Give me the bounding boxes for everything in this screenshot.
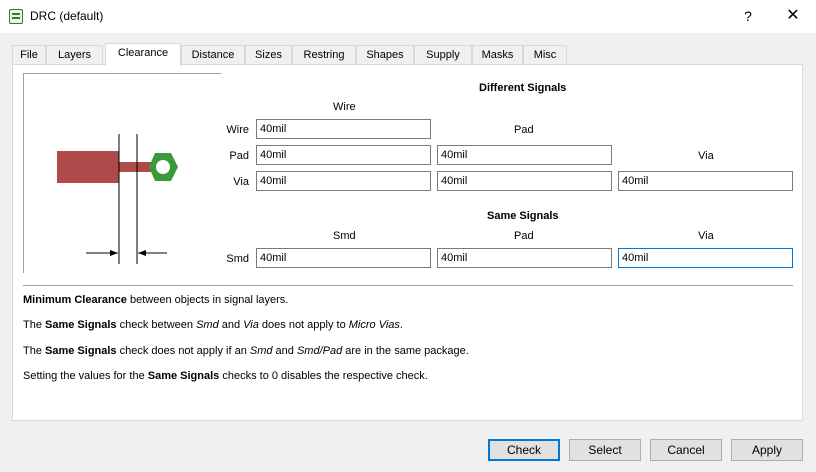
arrow-left-head (110, 250, 118, 256)
note-minimum-clearance: Minimum Clearance between objects in sig… (23, 294, 288, 306)
note-text: are in the same package. (342, 345, 469, 357)
window-title: DRC (default) (30, 9, 104, 23)
note-text: The (23, 345, 46, 357)
wire-wire-input[interactable]: 40mil (256, 119, 431, 139)
apply-button[interactable]: Apply (731, 439, 803, 461)
via-pad-input[interactable]: 40mil (437, 171, 612, 191)
col-header-pad: Pad (514, 124, 534, 136)
note-term: Via (243, 319, 259, 331)
close-button[interactable]: ✕ (781, 5, 805, 27)
smd-pad-input[interactable]: 40mil (437, 248, 612, 268)
note-emphasis: Same Signals (147, 370, 220, 382)
smd-via-input[interactable]: 40mil (618, 248, 793, 268)
tab-shapes[interactable]: Shapes (356, 45, 414, 65)
note-emphasis: Same Signals (45, 319, 117, 331)
tab-supply[interactable]: Supply (414, 45, 472, 65)
note-emphasis: Minimum Clearance (23, 294, 127, 306)
wire-segment (57, 151, 119, 183)
pad-pad-input[interactable]: 40mil (437, 145, 612, 165)
row-label-pad: Pad (229, 150, 249, 162)
tab-restring[interactable]: Restring (292, 45, 356, 65)
col-header-wire: Wire (333, 101, 356, 113)
tab-file[interactable]: File (12, 45, 46, 65)
col-header-same-pad: Pad (514, 230, 534, 242)
col-header-smd: Smd (333, 230, 356, 242)
tab-sizes[interactable]: Sizes (245, 45, 292, 65)
via-hole (156, 160, 170, 174)
note-same-package: The Same Signals check does not apply if… (23, 345, 469, 357)
separator (23, 285, 793, 286)
select-button[interactable]: Select (569, 439, 641, 461)
note-text: does not apply to (258, 319, 349, 331)
note-text: and (272, 345, 297, 357)
note-text: Setting the values for the (23, 370, 148, 382)
via-wire-input[interactable]: 40mil (256, 171, 431, 191)
clearance-illustration (23, 73, 221, 273)
tab-distance[interactable]: Distance (181, 45, 245, 65)
col-header-via: Via (698, 150, 714, 162)
note-text: checks to 0 disables the respective chec… (219, 370, 428, 382)
row-label-wire: Wire (226, 124, 249, 136)
note-text: between objects in signal layers. (126, 294, 289, 306)
note-text: and (218, 319, 244, 331)
note-emphasis: Same Signals (45, 345, 117, 357)
arrow-right-head (138, 250, 146, 256)
check-button[interactable]: Check (488, 439, 560, 461)
row-label-smd: Smd (226, 253, 249, 265)
tab-misc[interactable]: Misc (523, 45, 567, 65)
same-signals-heading: Same Signals (487, 210, 559, 222)
note-term: Micro Vias (348, 319, 400, 331)
via-via-input[interactable]: 40mil (618, 171, 793, 191)
note-term: Smd/Pad (296, 345, 343, 357)
pad-wire-input[interactable]: 40mil (256, 145, 431, 165)
note-disable-check: Setting the values for the Same Signals … (23, 370, 428, 382)
clearance-diagram (57, 134, 178, 264)
help-button[interactable]: ? (736, 5, 760, 27)
different-signals-heading: Different Signals (479, 82, 567, 94)
cancel-button[interactable]: Cancel (650, 439, 722, 461)
tab-masks[interactable]: Masks (472, 45, 523, 65)
tab-clearance[interactable]: Clearance (105, 43, 181, 66)
col-header-same-via: Via (698, 230, 714, 242)
note-term: Smd (249, 345, 273, 357)
note-term: Smd (196, 319, 219, 331)
clearance-panel: Different Signals Wire Pad Via Wire Pad … (12, 64, 803, 421)
smd-smd-input[interactable]: 40mil (256, 248, 431, 268)
note-text: check does not apply if an (116, 345, 250, 357)
note-text: The (23, 319, 46, 331)
tab-layers[interactable]: Layers (46, 45, 103, 65)
note-text: check between (116, 319, 197, 331)
wire-stub (119, 162, 151, 172)
title-bar: DRC (default) ? ✕ (0, 0, 816, 33)
note-text: . (399, 319, 403, 331)
row-label-via: Via (233, 176, 249, 188)
note-micro-vias: The Same Signals check between Smd and V… (23, 319, 403, 331)
app-icon (9, 9, 23, 24)
